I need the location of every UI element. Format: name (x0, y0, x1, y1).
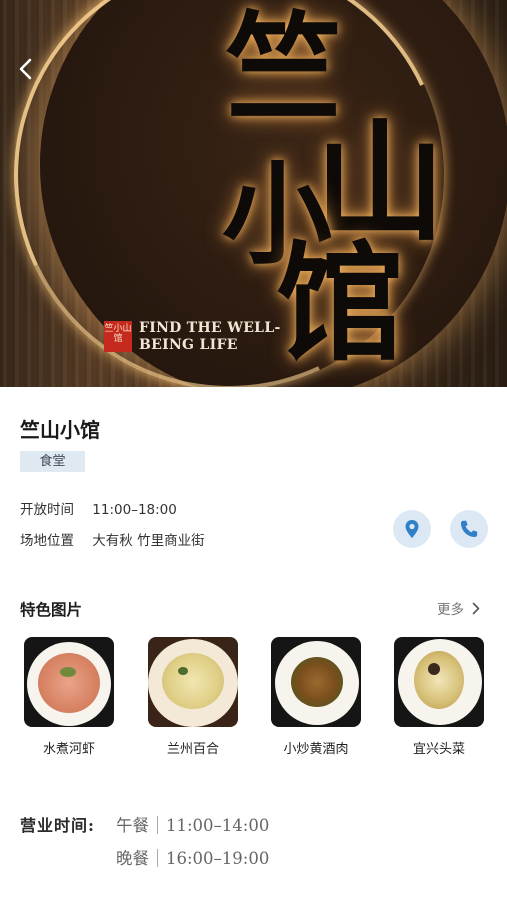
location-value: 大有秋 竹里商业街 (92, 533, 205, 549)
category-tag: 食堂 (20, 451, 85, 472)
hero-image: 竺 山 小 馆 竺小山馆 FIND THE WELL- BEING LIFE (0, 0, 507, 387)
lunch-name: 午餐 (116, 816, 149, 835)
slogan-line: BEING LIFE (139, 337, 238, 353)
chevron-left-icon (19, 58, 32, 80)
dish-photo (24, 637, 114, 727)
featured-gallery: 水煮河虾 兰州百合 小炒黄酒肉 宜兴头菜 (0, 637, 507, 757)
chevron-right-icon (472, 602, 480, 614)
dish-name: 兰州百合 (166, 742, 219, 757)
sign-char: 馆 (276, 229, 405, 379)
dish-name: 水煮河虾 (42, 742, 95, 757)
phone-icon (461, 520, 478, 537)
dish-name: 宜兴头菜 (412, 742, 465, 757)
divider (157, 816, 158, 834)
slogan: FIND THE WELL- BEING LIFE (139, 320, 281, 354)
call-button[interactable] (450, 510, 488, 548)
logo-seal: 竺小山馆 (104, 321, 132, 352)
lunch-time: 11:00–14:00 (166, 816, 270, 835)
venue-title: 竺山小馆 (20, 418, 100, 442)
more-link[interactable]: 更多 (437, 598, 480, 618)
dish-card[interactable]: 兰州百合 (148, 637, 240, 757)
dish-photo (271, 637, 361, 727)
dinner-name: 晚餐 (116, 849, 149, 868)
gallery-title: 特色图片 (20, 601, 83, 619)
dish-card[interactable]: 小炒黄酒肉 (271, 637, 363, 757)
more-label: 更多 (437, 602, 464, 618)
map-pin-icon (405, 520, 419, 538)
location-row: 场地位置 大有秋 竹里商业街 (20, 529, 205, 549)
dinner-hours: 晚餐 16:00–19:00 (116, 845, 269, 869)
location-button[interactable] (393, 510, 431, 548)
open-hours-value: 11:00–18:00 (92, 502, 177, 518)
back-button[interactable] (12, 52, 40, 86)
open-hours-label: 开放时间 (20, 502, 74, 518)
divider (157, 849, 158, 867)
slogan-line: FIND THE WELL- (139, 320, 281, 336)
dish-card[interactable]: 水煮河虾 (24, 637, 116, 757)
business-hours-label: 营业时间: (20, 816, 95, 835)
dish-photo (394, 637, 484, 727)
dish-name: 小炒黄酒肉 (283, 742, 349, 757)
dish-card[interactable]: 宜兴头菜 (394, 637, 486, 757)
dish-photo (148, 637, 238, 727)
dinner-time: 16:00–19:00 (166, 849, 270, 868)
lunch-hours: 午餐 11:00–14:00 (116, 812, 269, 836)
open-hours-row: 开放时间 11:00–18:00 (20, 498, 177, 518)
location-label: 场地位置 (20, 533, 74, 549)
